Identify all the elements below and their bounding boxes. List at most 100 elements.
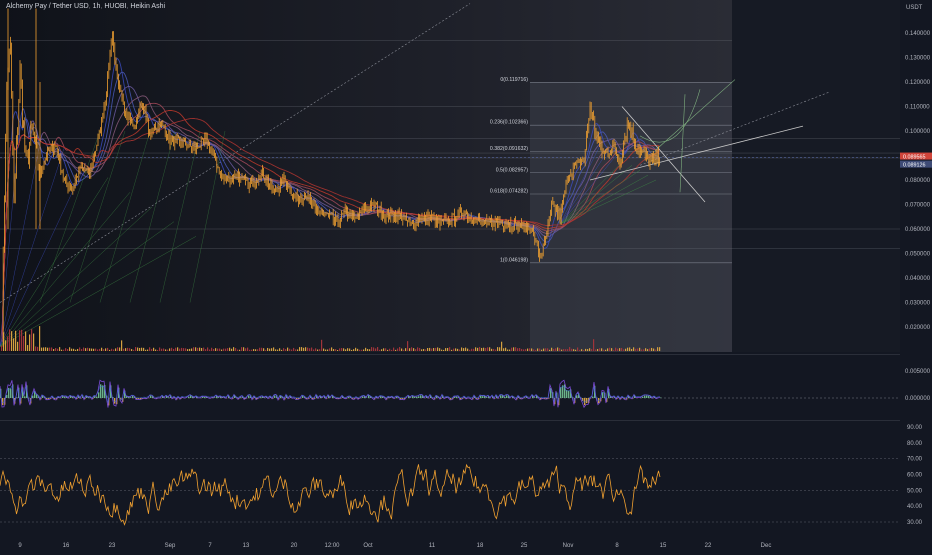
volume-bar [497,347,498,351]
volume-bar [627,348,628,351]
osc-histogram-bar [480,396,481,398]
osc-histogram-bar [642,397,643,398]
volume-bar [289,349,290,351]
volume-bar [449,347,450,351]
volume-bar [603,350,604,351]
volume-bar [391,350,392,351]
volume-bar [47,348,48,351]
volume-bar [327,350,328,351]
volume-bar [635,349,636,351]
rsi-tick-label: 90.00 [907,425,923,431]
fib-level-label: 1(0.046198) [500,257,528,263]
volume-bar [37,347,38,351]
volume-bar [205,349,206,351]
volume-bar [355,348,356,351]
volume-bar [7,336,8,351]
volume-bar [505,348,506,351]
volume-bar [483,348,484,351]
chart-canvas[interactable]: 0(0.119716)0.236(0.102366)0.382(0.091632… [0,0,932,550]
volume-bar [299,347,300,351]
volume-bar [225,349,226,351]
fib-level-label: 0(0.119716) [500,77,528,83]
volume-bar [609,348,610,351]
volume-bar [429,348,430,351]
price-pane-right [732,0,900,352]
volume-bar [169,348,170,351]
chart-style-label[interactable]: Heikin Ashi [130,3,165,10]
rsi-tick-label: 30.00 [907,520,923,526]
volume-bar [431,349,432,351]
volume-bar [639,348,640,351]
volume-bar [399,347,400,351]
volume-bar [273,347,274,351]
volume-bar [615,348,616,351]
volume-bar [97,349,98,351]
volume-bar [395,350,396,351]
rsi-tick-label: 70.00 [907,457,923,463]
volume-bar [117,347,118,351]
osc-histogram-bar [24,396,25,398]
volume-bar [251,350,252,351]
volume-bar [601,348,602,351]
volume-bar [323,349,324,351]
volume-bar [307,348,308,351]
volume-bar [513,347,514,351]
volume-bar [641,349,642,351]
volume-bar [59,347,60,351]
chart-root[interactable]: 0(0.119716)0.236(0.102366)0.382(0.091632… [0,0,932,550]
volume-bar [543,349,544,351]
volume-bar [87,348,88,351]
volume-bar [623,349,624,351]
volume-bar [197,348,198,351]
volume-bar [315,348,316,351]
volume-bar [367,349,368,351]
volume-bar [645,348,646,351]
volume-bar [621,348,622,351]
time-tick-label: 11 [429,543,436,549]
volume-bar [413,348,414,351]
volume-bar [309,348,310,351]
volume-bar [599,348,600,351]
volume-bar [157,350,158,351]
volume-bar [21,330,22,351]
volume-bar [227,348,228,351]
volume-bar [375,348,376,351]
volume-bar [441,350,442,351]
volume-bar [183,348,184,351]
price-tick-label: 0.050000 [905,252,931,258]
osc-histogram-bar [562,385,563,398]
osc-histogram-bar [260,397,261,398]
volume-bar [397,348,398,351]
volume-bar [283,348,284,351]
volume-bar [127,348,128,351]
volume-bar [171,348,172,351]
volume-bar [475,347,476,351]
osc-histogram-bar [500,395,501,398]
volume-bar [463,348,464,351]
volume-bar [643,349,644,351]
volume-bar [113,349,114,351]
osc-histogram-bar [274,396,275,398]
price-tick-label: 0.100000 [905,129,931,135]
osc-histogram-bar [380,396,381,398]
volume-bar [613,350,614,351]
volume-bar [151,349,152,351]
volume-bar [343,348,344,351]
volume-bar [363,349,364,351]
osc-histogram-bar [506,395,507,398]
volume-bar [265,350,266,351]
osc-histogram-bar [188,397,189,398]
volume-bar [401,348,402,351]
volume-bar [149,347,150,351]
time-tick-label: 13 [243,543,250,549]
volume-bar [637,349,638,351]
volume-bar [253,349,254,351]
volume-bar [479,347,480,351]
volume-bar [385,348,386,351]
volume-bar [595,349,596,351]
volume-bar [649,348,650,351]
volume-bar [287,348,288,351]
volume-bar [277,350,278,351]
volume-bar [329,348,330,351]
currency-label: USDT [906,5,923,11]
